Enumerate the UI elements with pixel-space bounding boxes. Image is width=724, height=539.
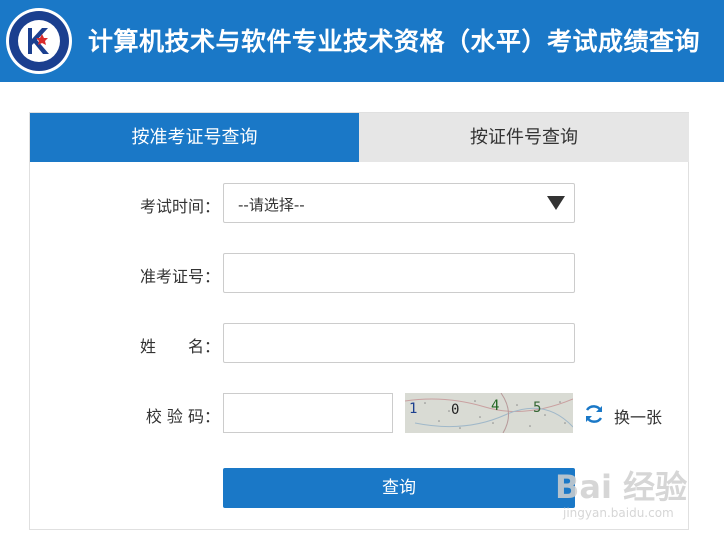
baidu-watermark: Bai 经验 jingyan.baidu.com (555, 462, 715, 527)
exam-time-label: 考试时间： (139, 197, 220, 216)
captcha-char-3: 4 (491, 398, 499, 414)
watermark-brand: Bai 经验 (555, 468, 688, 506)
name-input[interactable] (223, 323, 575, 363)
logo-icon (6, 8, 72, 74)
captcha-input[interactable] (223, 393, 393, 433)
refresh-icon[interactable] (583, 403, 605, 425)
tab-id-number[interactable]: 按证件号查询 (359, 113, 689, 162)
refresh-captcha-link[interactable]: 换一张 (614, 404, 662, 428)
captcha-char-2: 0 (451, 402, 459, 418)
captcha-char-1: 1 (409, 401, 417, 417)
ticket-number-input[interactable] (223, 253, 575, 293)
ticket-number-label: 准考证号： (139, 267, 220, 286)
watermark-url: jingyan.baidu.com (563, 506, 674, 520)
page-title: 计算机技术与软件专业技术资格（水平）考试成绩查询 (88, 27, 701, 56)
page-header: 计算机技术与软件专业技术资格（水平）考试成绩查询 (0, 0, 724, 82)
captcha-image[interactable]: 1 0 4 5 (405, 393, 573, 433)
tab-ticket-number[interactable]: 按准考证号查询 (30, 113, 359, 162)
exam-time-selected-value: --请选择-- (238, 196, 305, 214)
name-label: 姓 名： (139, 337, 220, 356)
query-button[interactable]: 查询 (223, 468, 575, 508)
exam-time-select[interactable]: --请选择-- (223, 183, 575, 223)
dropdown-arrow-icon (547, 196, 565, 210)
captcha-char-4: 5 (533, 400, 541, 416)
captcha-label: 校 验 码： (145, 407, 220, 426)
